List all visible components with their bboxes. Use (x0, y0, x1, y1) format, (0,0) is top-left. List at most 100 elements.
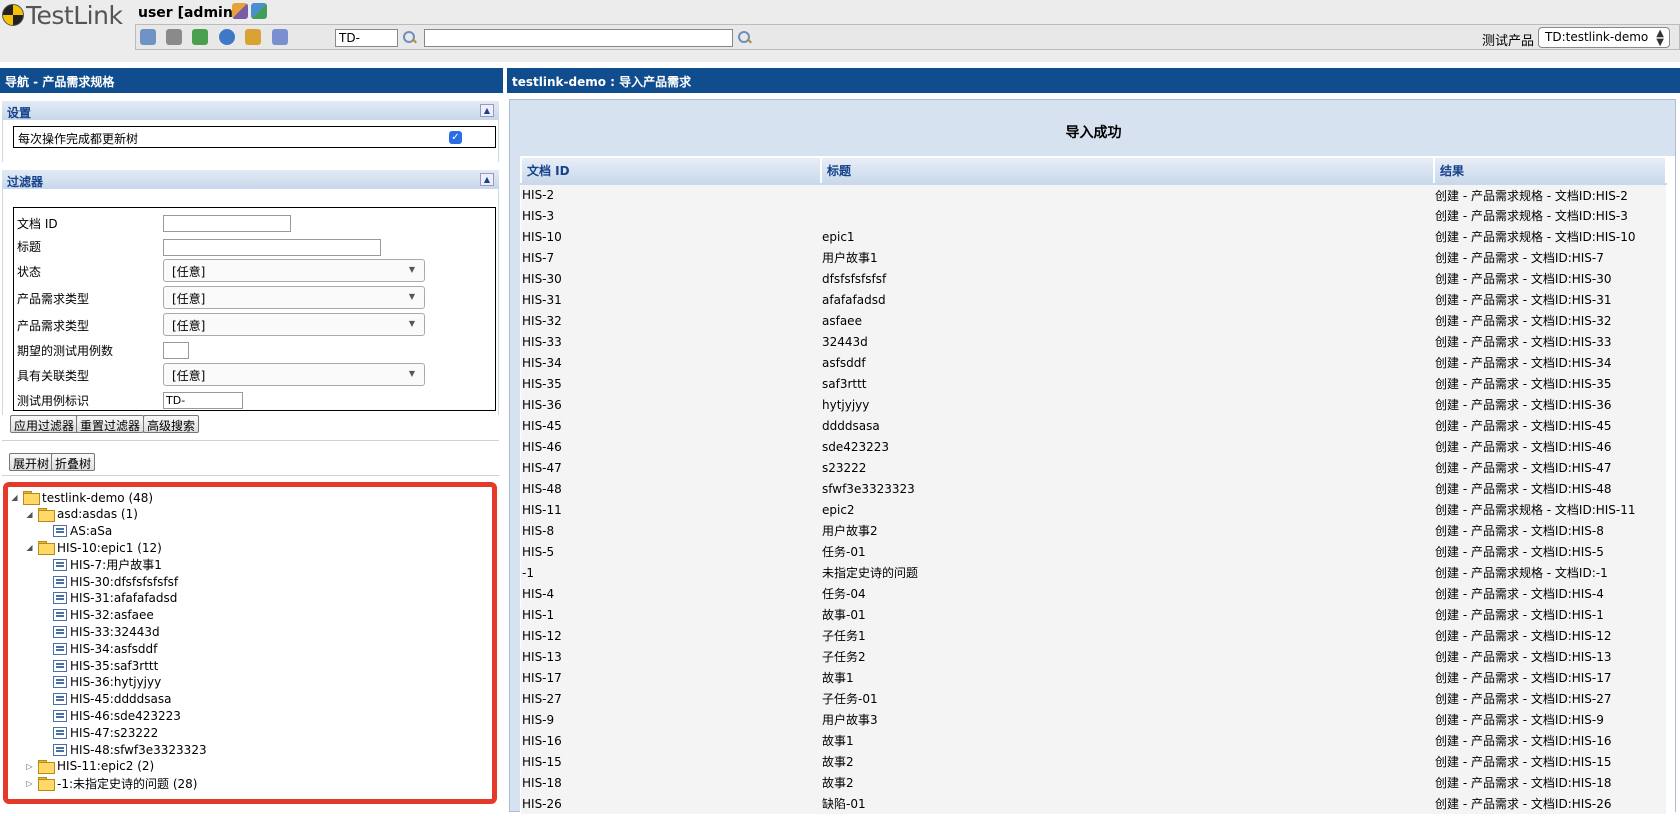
tree-requirement-node[interactable]: HIS-36:hytjyjyy (40, 674, 161, 691)
cart-icon[interactable] (166, 29, 182, 45)
table-row: HIS-45 ddddsasa 创建 - 产品需求 - 文档ID:HIS-45 (521, 415, 1666, 436)
table-row: HIS-15 故事2 创建 - 产品需求 - 文档ID:HIS-15 (521, 751, 1666, 772)
tc-id-input[interactable]: TD- (163, 392, 243, 409)
testcase-id-input[interactable]: TD- (335, 29, 398, 47)
column-header-result[interactable]: 结果 (1433, 156, 1667, 185)
tree-folder-node[interactable]: ▷ HIS-11:epic2 (2) (25, 758, 154, 775)
tree-node-label[interactable]: AS:aSa (70, 524, 112, 538)
tree-node-label[interactable]: -1:未指定史诗的问题 (28) (57, 775, 197, 792)
plug-icon[interactable] (272, 29, 288, 45)
tree-node-label[interactable]: HIS-31:afafafadsd (70, 591, 177, 605)
tree-requirement-node[interactable]: HIS-7:用户故事1 (40, 556, 162, 573)
tree-requirement-node[interactable]: HIS-46:sde423223 (40, 707, 181, 724)
tree-node-label[interactable]: HIS-34:asfsddf (70, 642, 157, 656)
tree-node-label[interactable]: HIS-45:ddddsasa (70, 692, 172, 706)
column-header-doc-id[interactable]: 文档 ID (520, 156, 822, 185)
collapse-icon[interactable]: ▲ (480, 173, 494, 186)
tree-collapse-toggle-icon[interactable]: ◢ (10, 493, 19, 502)
tree-folder-node[interactable]: ◢ asd:asdas (1) (25, 506, 138, 523)
table-row: HIS-27 子任务-01 创建 - 产品需求 - 文档ID:HIS-27 (521, 688, 1666, 709)
title-input[interactable] (163, 239, 381, 256)
apply-filter-button[interactable]: 应用过滤器 (10, 415, 79, 433)
tree-requirement-node[interactable]: HIS-35:saf3rttt (40, 657, 158, 674)
expected-tc-input[interactable] (163, 342, 189, 359)
search-input[interactable] (424, 29, 733, 47)
req-type-select[interactable]: [任意] ▼ (163, 286, 425, 309)
user-manage-icon[interactable] (251, 3, 267, 19)
title-cell: 故事2 (821, 751, 1434, 772)
req-type2-select[interactable]: [任意] ▼ (163, 313, 425, 336)
user-edit-icon[interactable] (232, 3, 248, 19)
tree-node-label[interactable]: HIS-48:sfwf3e3323323 (70, 743, 207, 757)
tree-folder-node[interactable]: ◢ testlink-demo (48) (10, 489, 153, 506)
expand-tree-button[interactable]: 展开树 (9, 453, 54, 471)
tree-requirement-node[interactable]: HIS-31:afafafadsd (40, 590, 177, 607)
result-cell: 创建 - 产品需求 - 文档ID:HIS-15 (1434, 751, 1666, 772)
tree-collapse-toggle-icon[interactable]: ◢ (25, 543, 34, 552)
tree-expand-toggle-icon[interactable]: ▷ (25, 779, 34, 788)
tree-icon[interactable] (192, 29, 208, 45)
tree-node-label[interactable]: HIS-11:epic2 (2) (57, 759, 154, 773)
filter-header[interactable]: 过滤器 ▲ (2, 170, 499, 189)
tree-node-label[interactable]: HIS-7:用户故事1 (70, 556, 162, 573)
desktop-icon[interactable] (140, 29, 156, 45)
tree-requirement-node[interactable]: HIS-32:asfaee (40, 607, 154, 624)
tree-requirement-node[interactable]: HIS-48:sfwf3e3323323 (40, 741, 207, 758)
tree-collapse-toggle-icon[interactable]: ◢ (25, 510, 34, 519)
result-cell: 创建 - 产品需求 - 文档ID:HIS-33 (1434, 331, 1666, 352)
table-row: HIS-33 32443d 创建 - 产品需求 - 文档ID:HIS-33 (521, 331, 1666, 352)
tree-requirement-node[interactable]: HIS-33:32443d (40, 623, 160, 640)
tree-requirement-node[interactable]: HIS-47:s23222 (40, 724, 158, 741)
tree-requirement-node[interactable]: AS:aSa (40, 523, 112, 540)
tree-folder-node[interactable]: ◢ HIS-10:epic1 (12) (25, 539, 162, 556)
doc-id-cell: HIS-30 (521, 268, 821, 289)
reset-filter-button[interactable]: 重置过滤器 (76, 415, 145, 433)
settings-header[interactable]: 设置 ▲ (2, 101, 499, 120)
dropdown-arrow-icon: ▼ (408, 319, 415, 328)
tree-node-label[interactable]: HIS-33:32443d (70, 625, 160, 639)
doc-id-cell: HIS-4 (521, 583, 821, 604)
tree-node-label[interactable]: HIS-36:hytjyjyy (70, 675, 161, 689)
column-header-title[interactable]: 标题 (820, 156, 1435, 185)
title-cell: sfwf3e3323323 (821, 478, 1434, 499)
settings-option-row: 每次操作完成都更新树 ✓ (13, 126, 496, 148)
product-select[interactable]: TD:testlink-demo ▲ ▼ (1538, 27, 1670, 48)
tree-node-label[interactable]: HIS-32:asfaee (70, 608, 154, 622)
result-cell: 创建 - 产品需求 - 文档ID:HIS-4 (1434, 583, 1666, 604)
doc-id-cell: HIS-35 (521, 373, 821, 394)
product-label: 测试产品 (1482, 34, 1535, 49)
tree-folder-node[interactable]: ▷ -1:未指定史诗的问题 (28) (25, 775, 197, 792)
tree-node-label[interactable]: HIS-47:s23222 (70, 726, 158, 740)
advanced-search-button[interactable]: 高级搜索 (143, 415, 200, 433)
tree-node-label[interactable]: HIS-10:epic1 (12) (57, 541, 162, 555)
relation-select[interactable]: [任意] ▼ (163, 363, 425, 386)
search-icon[interactable] (402, 30, 418, 46)
refresh-tree-checkbox[interactable]: ✓ (449, 131, 462, 144)
result-cell: 创建 - 产品需求 - 文档ID:HIS-48 (1434, 478, 1666, 499)
doc-id-cell: HIS-9 (521, 709, 821, 730)
requirement-tree: ◢ testlink-demo (48) ◢ asd:asdas (1) AS:aSa ◢… (3, 482, 497, 804)
collapse-tree-button[interactable]: 折叠树 (51, 453, 96, 471)
user-icon[interactable] (219, 29, 235, 45)
tree-node-label[interactable]: HIS-30:dfsfsfsfsfsf (70, 575, 178, 589)
tree-node-label[interactable]: asd:asdas (1) (57, 507, 138, 521)
testlink-logo[interactable]: TestLink (2, 1, 123, 30)
broom-icon[interactable] (245, 29, 261, 45)
doc-id-cell: HIS-10 (521, 226, 821, 247)
tree-requirement-node[interactable]: HIS-30:dfsfsfsfsfsf (40, 573, 178, 590)
search-icon[interactable] (737, 30, 753, 46)
tree-node-label[interactable]: HIS-46:sde423223 (70, 709, 181, 723)
tree-node-label[interactable]: HIS-35:saf3rttt (70, 659, 158, 673)
tree-node-label[interactable]: testlink-demo (48) (42, 491, 153, 505)
tree-requirement-node[interactable]: HIS-34:asfsddf (40, 640, 157, 657)
status-select[interactable]: [任意] ▼ (163, 259, 425, 282)
tree-expand-toggle-icon[interactable]: ▷ (25, 762, 34, 771)
doc-id-cell: HIS-2 (521, 184, 821, 205)
dropdown-arrow-icon: ▼ (408, 369, 415, 378)
title-cell: 用户故事1 (821, 247, 1434, 268)
doc-id-cell: HIS-26 (521, 793, 821, 814)
req-type2-label: 产品需求类型 (17, 319, 90, 333)
doc-id-input[interactable] (163, 215, 291, 232)
tree-requirement-node[interactable]: HIS-45:ddddsasa (40, 691, 172, 708)
collapse-icon[interactable]: ▲ (480, 104, 494, 117)
